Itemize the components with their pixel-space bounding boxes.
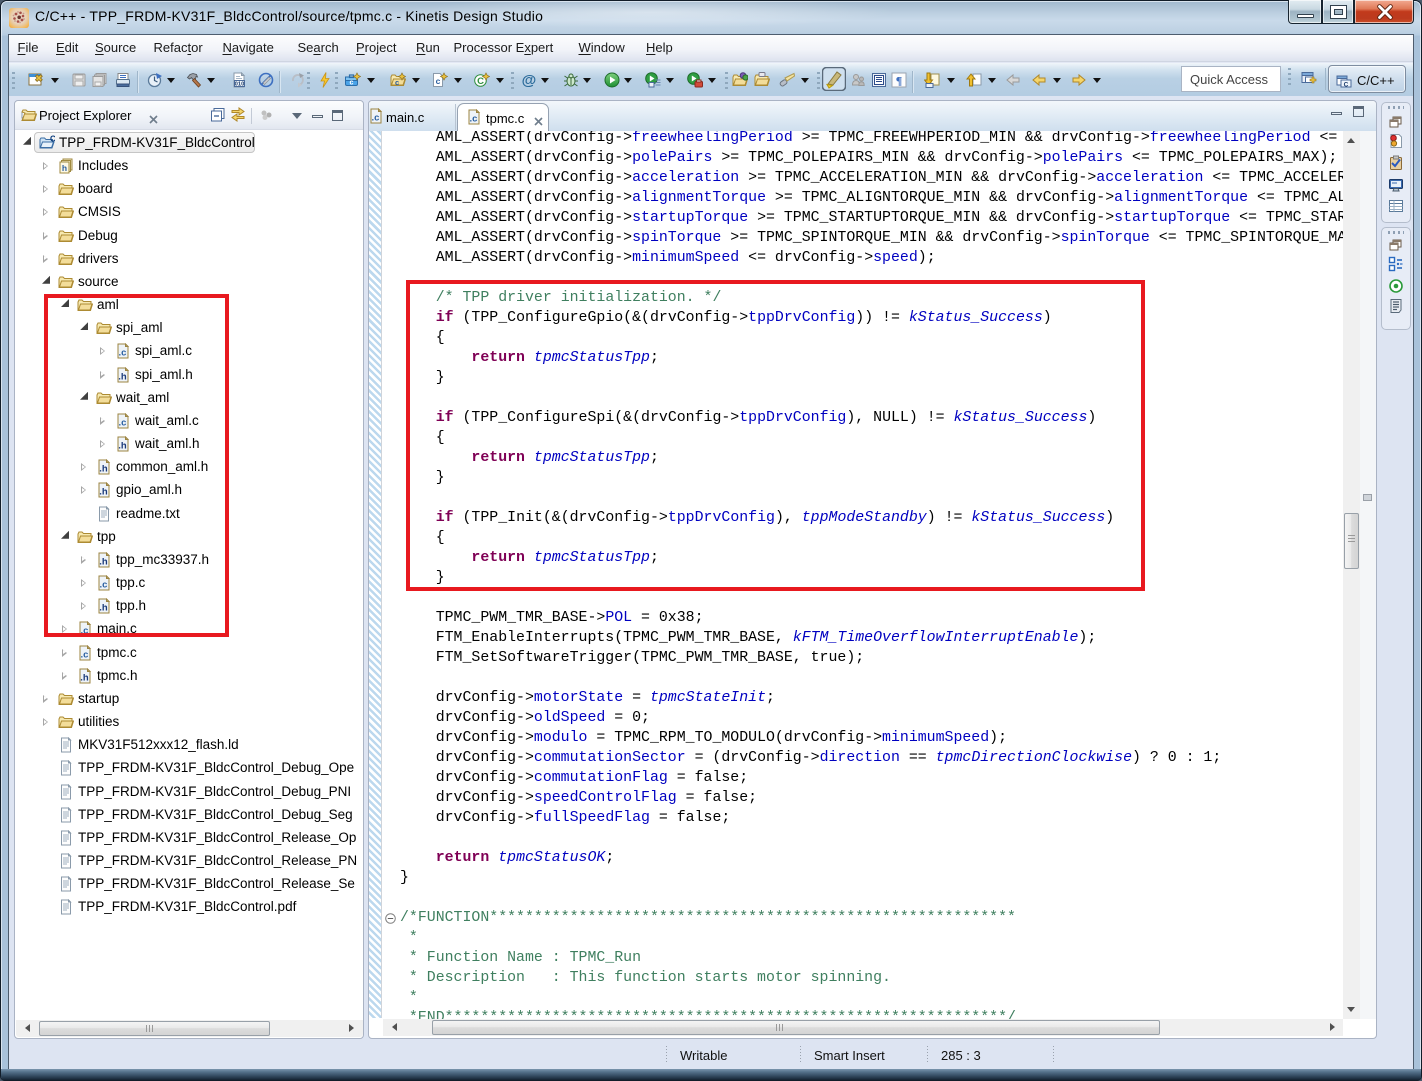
svg-text:.c: .c	[81, 649, 89, 660]
svg-text:.c: .c	[372, 113, 380, 124]
svg-text:c: c	[436, 76, 441, 86]
svg-text:C: C	[477, 76, 484, 87]
svg-text:C: C	[50, 135, 55, 144]
svg-text:.c: .c	[470, 114, 478, 125]
svg-text:h: h	[62, 163, 67, 173]
svg-text:¶: ¶	[896, 74, 902, 88]
svg-text:c: c	[395, 78, 399, 87]
svg-text:C: C	[1344, 82, 1349, 89]
svg-text:.h: .h	[80, 672, 89, 683]
svg-text:c: c	[350, 80, 354, 87]
svg-text:@: @	[522, 72, 537, 88]
svg-text:010: 010	[235, 81, 245, 87]
